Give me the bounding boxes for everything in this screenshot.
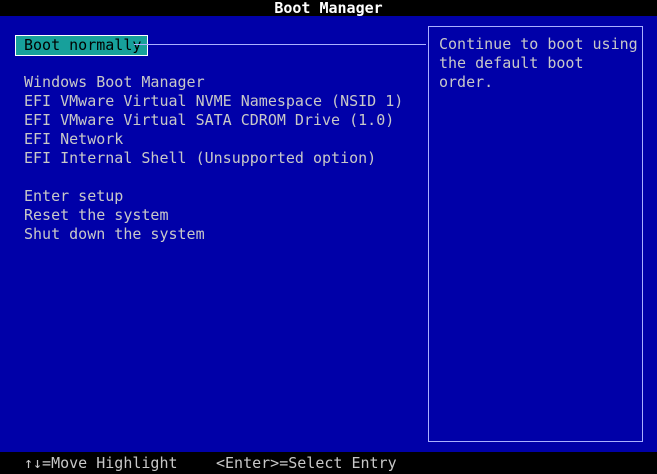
menu-item-windows-boot-manager[interactable]: Windows Boot Manager [24, 73, 205, 92]
menu-item-efi-network[interactable]: EFI Network [24, 130, 123, 149]
menu-item-efi-nvme[interactable]: EFI VMware Virtual NVME Namespace (NSID … [24, 92, 403, 111]
menu-item-enter-setup[interactable]: Enter setup [24, 187, 123, 206]
main-panel: Boot normally Windows Boot Manager EFI V… [0, 16, 657, 452]
menu-item-efi-shell[interactable]: EFI Internal Shell (Unsupported option) [24, 149, 376, 168]
boot-manager-screen: Boot Manager Boot normally Windows Boot … [0, 0, 657, 474]
help-panel: Continue to boot using the default boot … [428, 26, 643, 442]
selection-divider [134, 44, 426, 45]
move-highlight-hint: ↑↓=Move Highlight [24, 454, 178, 472]
menu-item-reset-system[interactable]: Reset the system [24, 206, 169, 225]
menu-item-efi-cdrom[interactable]: EFI VMware Virtual SATA CDROM Drive (1.0… [24, 111, 394, 130]
page-title: Boot Manager [0, 0, 657, 16]
menu-item-shut-down[interactable]: Shut down the system [24, 225, 205, 244]
select-entry-hint: <Enter>=Select Entry [216, 454, 397, 472]
menu-item-boot-normally[interactable]: Boot normally [14, 35, 149, 56]
footer-bar: ↑↓=Move Highlight <Enter>=Select Entry [0, 452, 657, 474]
help-text: Continue to boot using the default boot … [439, 35, 647, 91]
